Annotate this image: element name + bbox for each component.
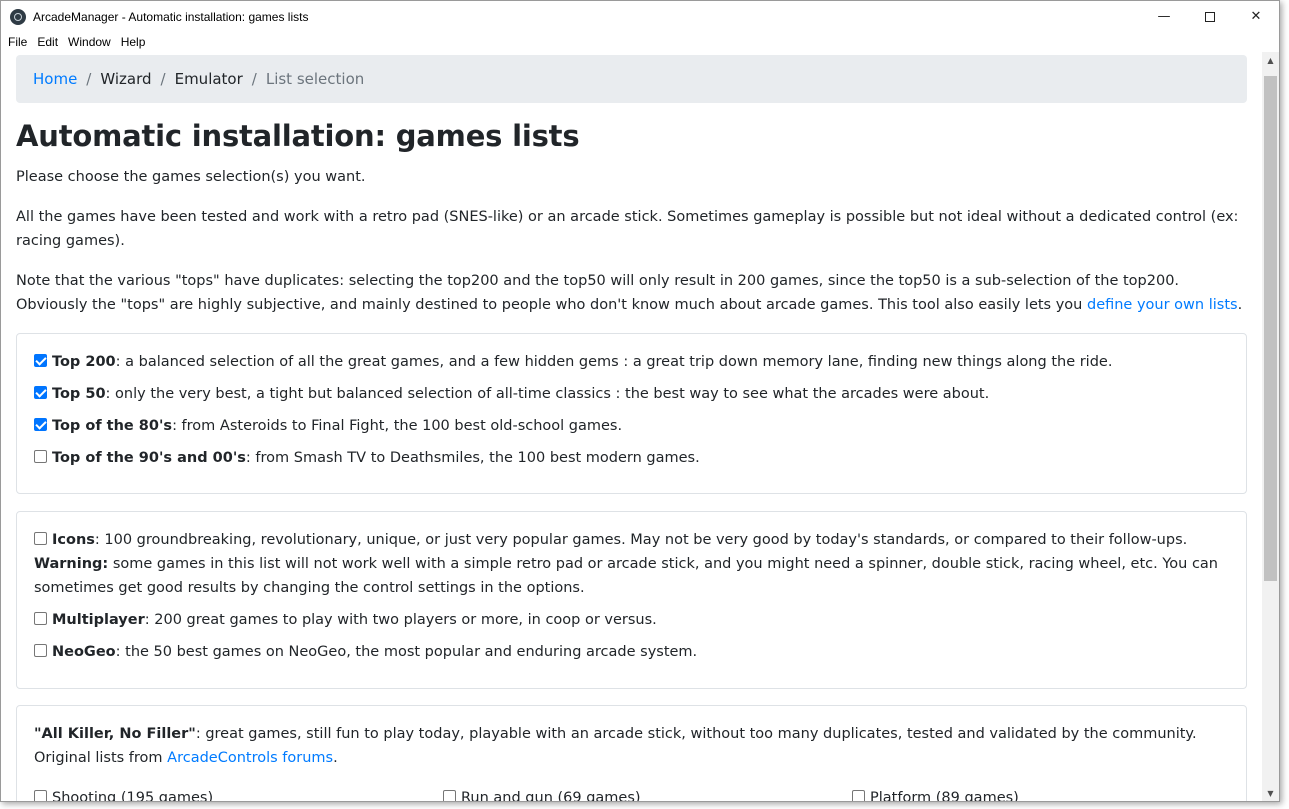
window-controls: — ✕ [1141,1,1279,32]
window-title: ArcadeManager - Automatic installation: … [33,9,309,24]
menu-file[interactable]: File [5,35,30,49]
option-top200[interactable]: Top 200: a balanced selection of all the… [34,350,1112,374]
title-bar: ArcadeManager - Automatic installation: … [1,1,1279,32]
app-logo-icon [10,8,26,25]
top50-checkbox[interactable] [34,386,47,399]
breadcrumb-current: List selection [265,70,365,88]
maximize-icon [1205,11,1215,22]
icons-checkbox[interactable] [34,532,47,545]
option-multiplayer[interactable]: Multiplayer: 200 great games to play wit… [34,608,657,632]
breadcrumb-wizard[interactable]: Wizard [100,70,151,88]
arcadecontrols-link[interactable]: ArcadeControls forums [167,750,333,766]
option-icons: Icons: 100 groundbreaking, revolutionary… [34,528,1224,600]
option-label: Icons [52,532,95,548]
option-label: Run and gun (69 games) [461,790,641,802]
maximize-button[interactable] [1187,1,1233,32]
app-window: ArcadeManager - Automatic installation: … [0,0,1280,802]
option-label: NeoGeo [52,644,116,660]
akf-desc: : great games, still fun to play today, … [195,726,1197,742]
option-platform[interactable]: Platform (89 games) [852,786,1019,802]
option-label: Platform (89 games) [870,790,1019,802]
option-desc: : 100 groundbreaking, revolutionary, uni… [94,532,1188,548]
option-desc: : the 50 best games on NeoGeo, the most … [115,644,698,660]
option-neogeo[interactable]: NeoGeo: the 50 best games on NeoGeo, the… [34,640,697,664]
vertical-scrollbar[interactable]: ▲ ▼ [1262,52,1279,801]
menu-window[interactable]: Window [65,35,114,49]
tested-note: All the games have been tested and work … [16,209,1239,249]
option-desc: : a balanced selection of all the great … [115,354,1113,370]
option-top80s[interactable]: Top of the 80's: from Asteroids to Final… [34,414,622,438]
others-card: Icons: 100 groundbreaking, revolutionary… [16,511,1247,689]
scrollbar-thumb[interactable] [1264,76,1277,581]
option-label: Top of the 90's and 00's [52,450,246,466]
warning-label: Warning: [34,556,109,572]
option-desc: : from Asteroids to Final Fight, the 100… [172,418,623,434]
tops-note: Note that the various "tops" have duplic… [16,269,1251,317]
tops-card: Top 200: a balanced selection of all the… [16,333,1247,494]
option-top90s[interactable]: Top of the 90's and 00's: from Smash TV … [34,446,700,470]
breadcrumb: Home / Wizard / Emulator / List selectio… [16,55,1247,103]
close-button[interactable]: ✕ [1233,1,1279,32]
menu-help[interactable]: Help [118,35,149,49]
minimize-icon: — [1157,9,1171,24]
option-label: Multiplayer [52,612,145,628]
menu-bar: File Edit Window Help [1,32,152,52]
minimize-button[interactable]: — [1141,1,1187,32]
scroll-up-icon[interactable]: ▲ [1262,52,1279,69]
breadcrumb-home-link[interactable]: Home [33,70,77,88]
akf-source: Original lists from [34,750,168,766]
option-desc: : only the very best, a tight but balanc… [105,386,990,402]
neogeo-checkbox[interactable] [34,644,47,657]
shooting-checkbox[interactable] [34,790,47,801]
page-title: Automatic installation: games lists [16,119,580,153]
tops-note-line1: Note that the various "tops" have duplic… [16,273,1180,289]
option-shooting[interactable]: Shooting (195 games) [34,786,214,802]
option-run-and-gun[interactable]: Run and gun (69 games) [443,786,641,802]
akf-source-end: . [333,750,338,766]
top200-checkbox[interactable] [34,354,47,367]
akf-title: "All Killer, No Filler" [34,726,196,742]
define-lists-link[interactable]: define your own lists [1087,297,1238,313]
tops-note-line2: Obviously the "tops" are highly subjecti… [16,297,1087,313]
run-and-gun-checkbox[interactable] [443,790,456,801]
top90s-checkbox[interactable] [34,450,47,463]
top80s-checkbox[interactable] [34,418,47,431]
option-label: Top of the 80's [52,418,173,434]
intro-text: Please choose the games selection(s) you… [16,169,366,185]
breadcrumb-separator: / [160,70,166,88]
akf-card: "All Killer, No Filler": great games, st… [16,705,1247,802]
breadcrumb-emulator[interactable]: Emulator [175,70,243,88]
option-label: Shooting (195 games) [52,790,214,802]
menu-edit[interactable]: Edit [34,35,61,49]
breadcrumb-separator: / [251,70,257,88]
breadcrumb-separator: / [86,70,92,88]
warning-text-cont: sometimes get good results by changing t… [34,580,585,596]
akf-intro: "All Killer, No Filler": great games, st… [34,722,1224,770]
multiplayer-checkbox[interactable] [34,612,47,625]
option-top50[interactable]: Top 50: only the very best, a tight but … [34,382,989,406]
tops-note-end: . [1237,297,1243,313]
warning-text: some games in this list will not work we… [108,556,1218,572]
option-label: Top 50 [52,386,106,402]
scroll-down-icon[interactable]: ▼ [1262,785,1279,801]
option-desc: : from Smash TV to Deathsmiles, the 100 … [245,450,700,466]
close-icon: ✕ [1250,9,1262,24]
page-content: Home / Wizard / Emulator / List selectio… [1,52,1263,802]
option-desc: : 200 great games to play with two playe… [144,612,657,628]
option-label: Top 200 [52,354,116,370]
platform-checkbox[interactable] [852,790,865,801]
